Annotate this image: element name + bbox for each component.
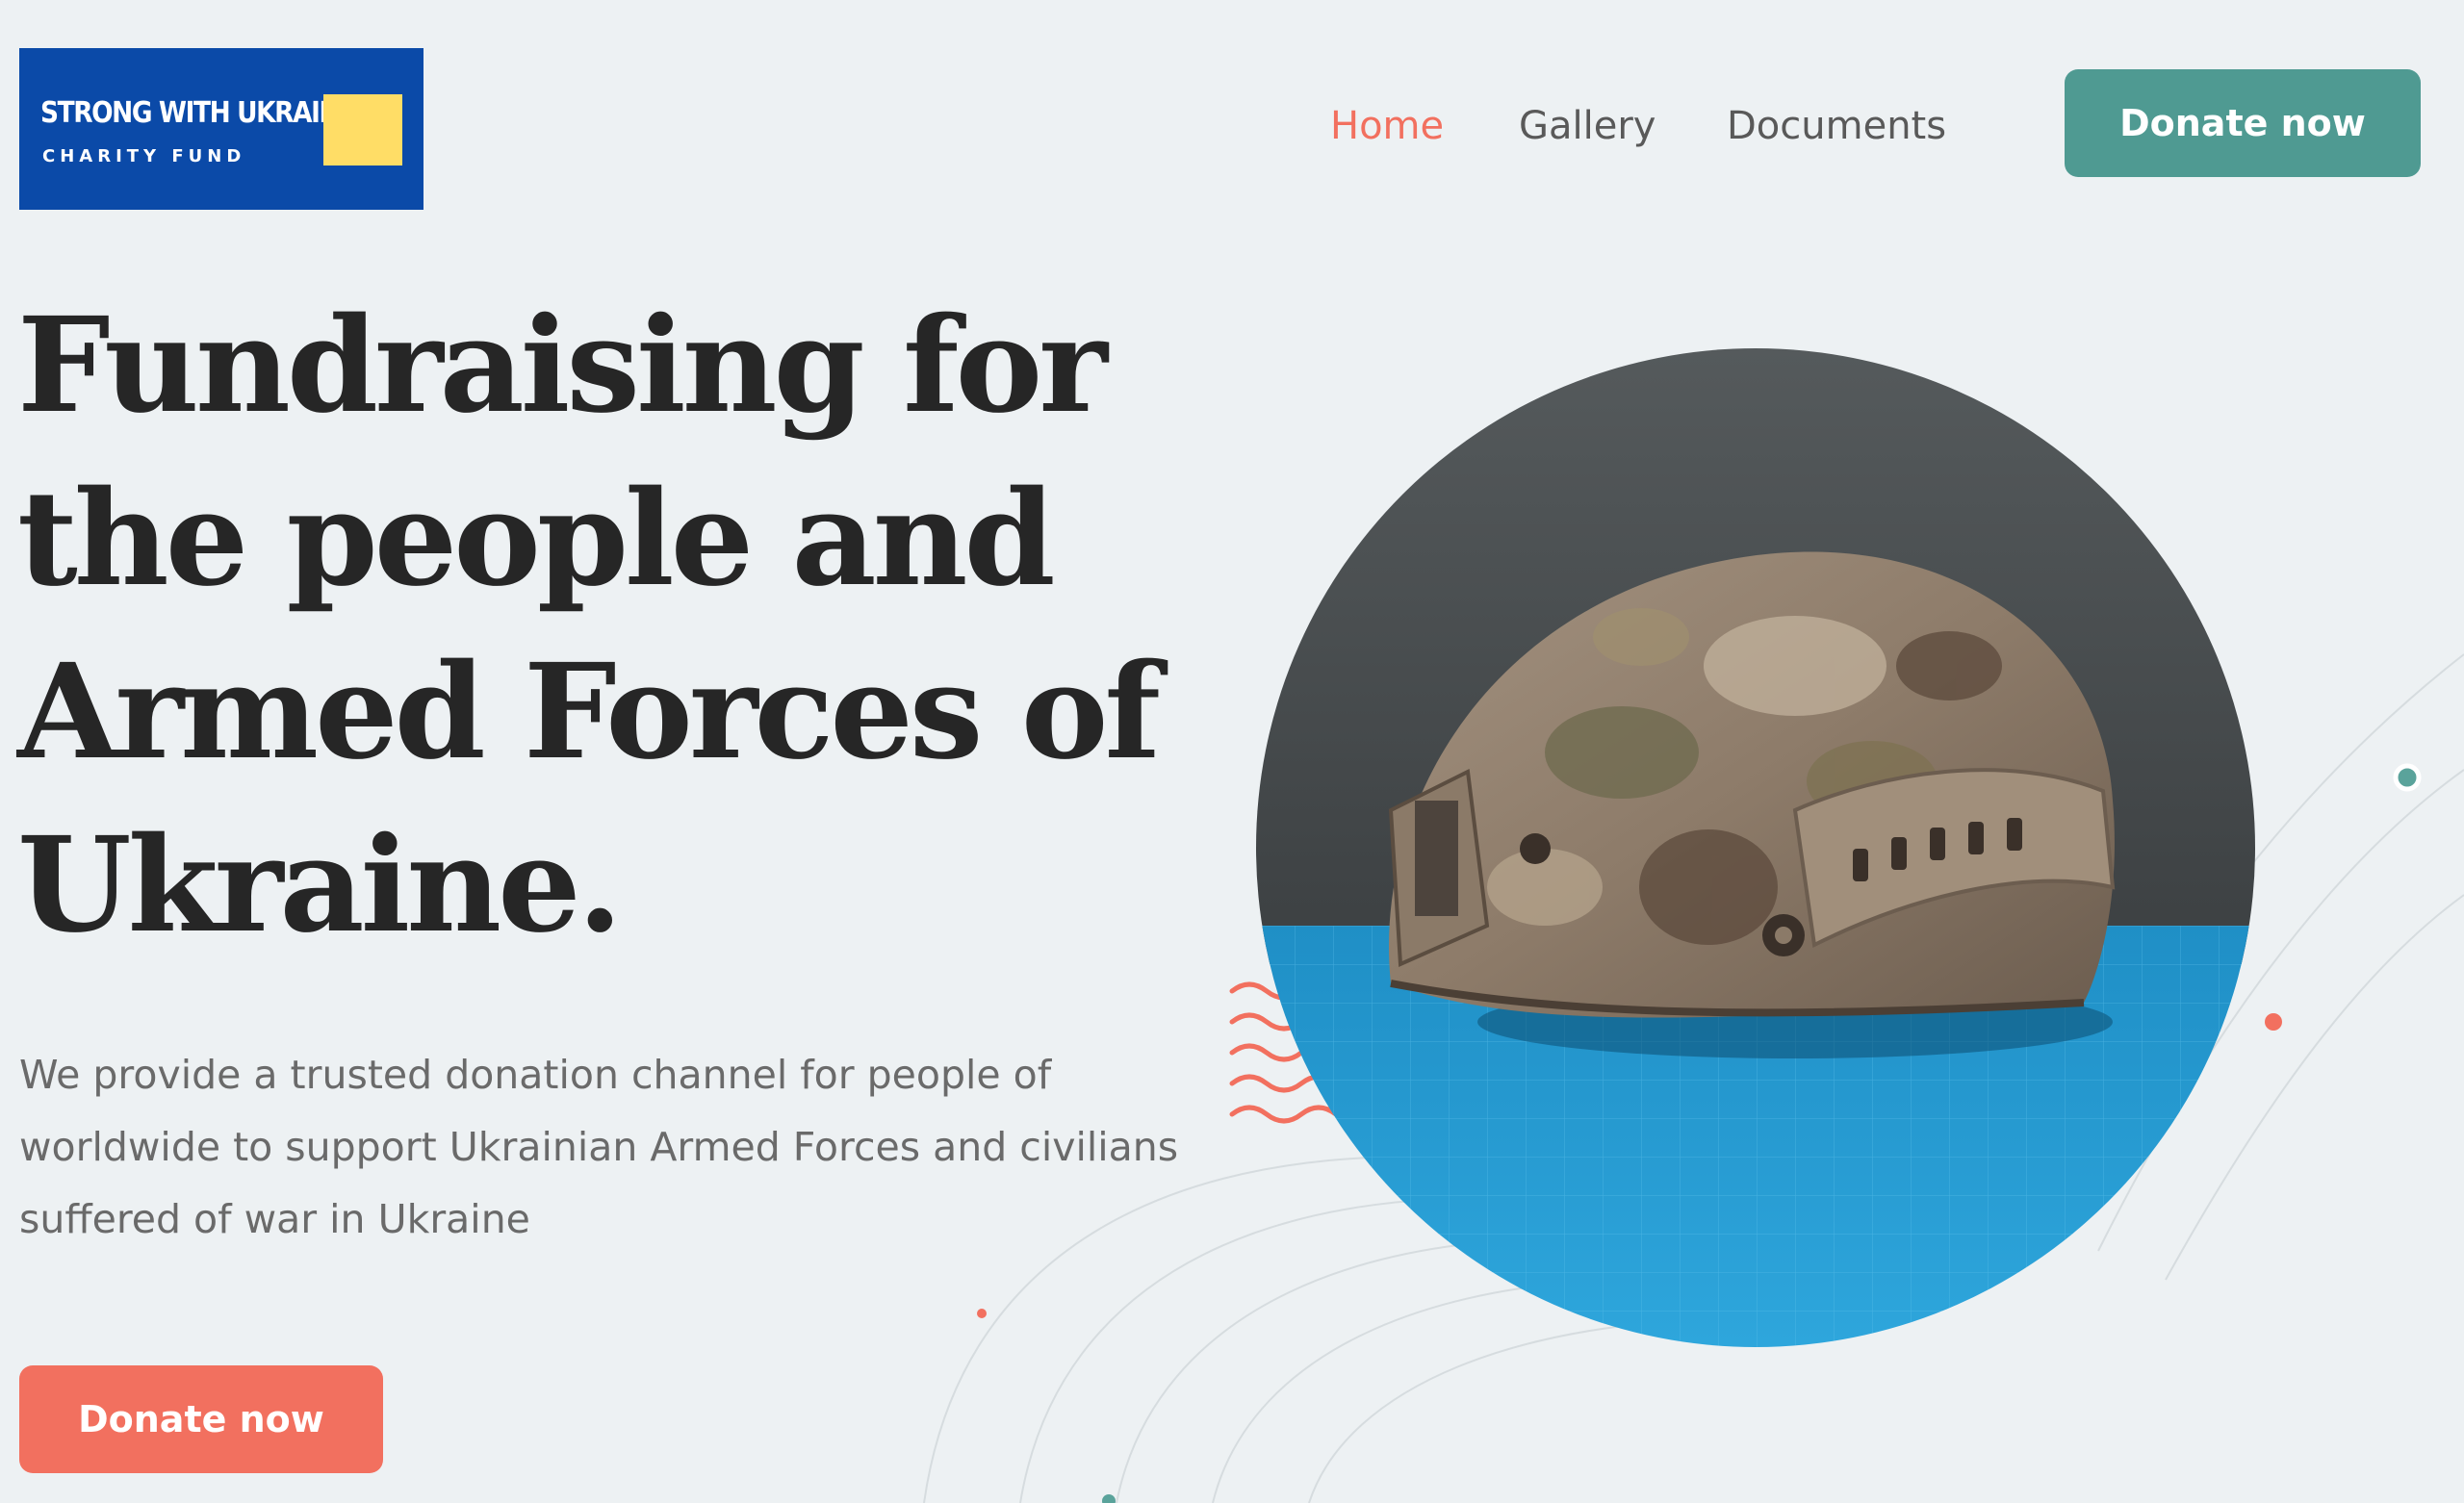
coral-dot	[2265, 1013, 2282, 1031]
hero-title-line: Ukraine.	[17, 808, 623, 962]
coral-dot-small	[977, 1309, 987, 1318]
hero-title: Fundraising for the people and Armed For…	[17, 279, 1211, 972]
logo-title: STRONG WITH UKRAINE	[40, 96, 356, 130]
logo[interactable]: STRONG WITH UKRAINE CHARITY FUND	[19, 48, 424, 210]
hero-title-line: the people and	[17, 462, 1056, 616]
landing-page: STRONG WITH UKRAINE CHARITY FUND Home Ga…	[0, 0, 2464, 1503]
header-donate-button[interactable]: Donate now	[2065, 69, 2421, 177]
hero-title-line: Armed Forces of	[17, 635, 1161, 789]
nav-gallery[interactable]: Gallery	[1519, 104, 1656, 154]
hero-image	[1256, 348, 2255, 1347]
hero-description: We provide a trusted donation channel fo…	[19, 1052, 1179, 1242]
teal-dot	[2393, 763, 2422, 792]
helmet-photo	[1256, 348, 2255, 1347]
hero-donate-button[interactable]: Donate now	[19, 1365, 383, 1473]
nav-documents[interactable]: Documents	[1727, 104, 1946, 154]
logo-subtitle: CHARITY FUND	[42, 146, 246, 166]
nav-home[interactable]: Home	[1330, 104, 1444, 154]
logo-flag-icon	[323, 94, 402, 166]
teal-dot-small	[1102, 1494, 1116, 1503]
hero-title-line: Fundraising for	[17, 289, 1108, 443]
